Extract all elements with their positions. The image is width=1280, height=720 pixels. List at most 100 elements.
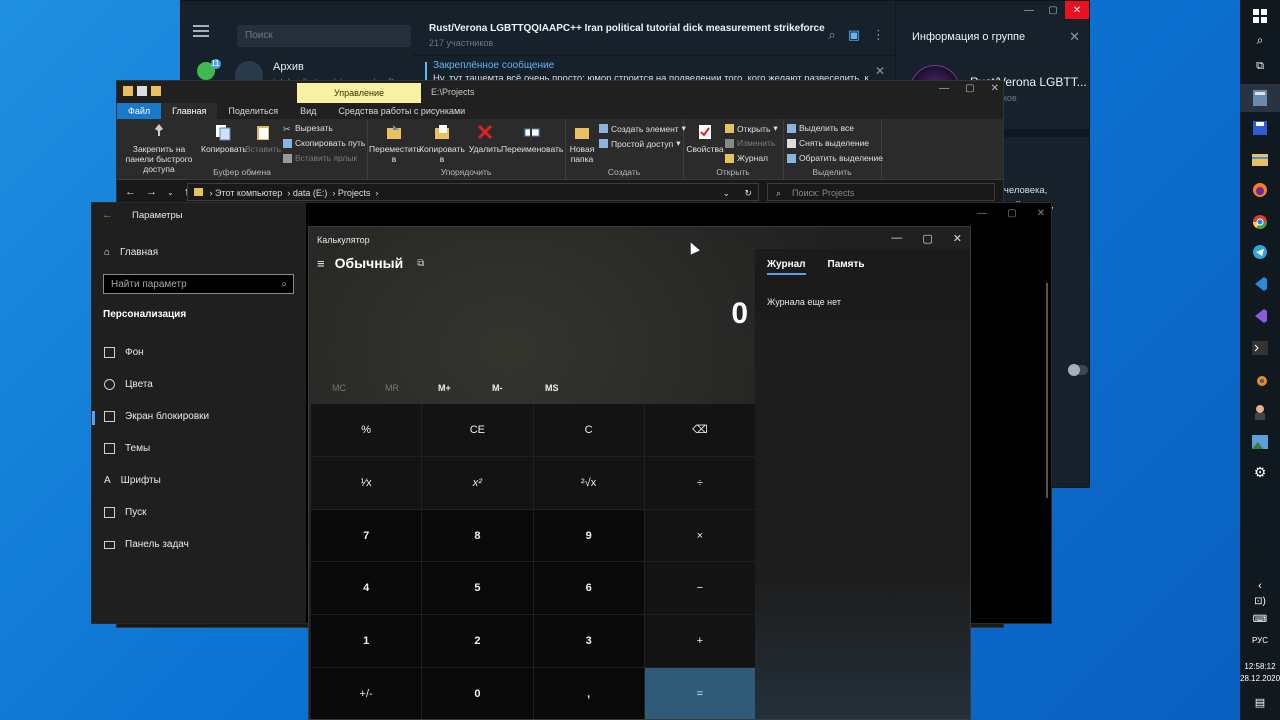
- copy-button[interactable]: Копировать: [201, 123, 247, 154]
- settings-search-input[interactable]: Найти параметр ⌕: [103, 274, 294, 294]
- tab-share[interactable]: Поделиться: [217, 103, 289, 119]
- sidebar-item-lock-screen[interactable]: Экран блокировки: [104, 411, 209, 422]
- digit-1-key[interactable]: 1: [311, 615, 422, 668]
- gear-icon[interactable]: ⚙: [1250, 462, 1270, 482]
- quick-access-toolbar[interactable]: [123, 86, 161, 96]
- minimize-icon[interactable]: —: [891, 232, 902, 245]
- clear-key[interactable]: C: [533, 404, 644, 456]
- chat-header[interactable]: Rust/Verona LGBTTQQIAAPC++ Iran politica…: [413, 1, 895, 53]
- decimal-key[interactable]: ,: [533, 668, 644, 719]
- breadcrumb-projects[interactable]: Projects: [338, 188, 371, 198]
- percent-key[interactable]: %: [311, 404, 422, 456]
- digit-9-key[interactable]: 9: [533, 509, 644, 562]
- tab-home[interactable]: Главная: [161, 103, 218, 119]
- address-input[interactable]: › Этот компьютер › data (E:) › Projects …: [187, 183, 759, 201]
- menu-icon[interactable]: ≡: [317, 256, 325, 271]
- visual-studio-icon[interactable]: [1250, 306, 1270, 326]
- network-icon[interactable]: ⊡): [1240, 596, 1280, 607]
- rename-button[interactable]: Переименовать: [501, 123, 563, 154]
- scrollbar[interactable]: [1046, 283, 1048, 498]
- minimize-icon[interactable]: —: [977, 208, 987, 219]
- new-item-button[interactable]: Создать элемент ▾: [599, 123, 686, 134]
- select-none-button[interactable]: Снять выделение: [787, 138, 869, 148]
- negate-key[interactable]: +/-: [311, 668, 422, 719]
- close-icon[interactable]: ✕: [991, 83, 999, 94]
- maximize-icon[interactable]: ▢: [1041, 1, 1065, 19]
- clock-time[interactable]: 12:58:12: [1240, 662, 1280, 671]
- memory-add-button[interactable]: M+: [438, 383, 451, 393]
- square-root-key[interactable]: ²√x: [533, 456, 644, 509]
- digit-5-key[interactable]: 5: [422, 562, 533, 615]
- avatar-app-icon[interactable]: [1250, 402, 1270, 422]
- explorer-titlebar[interactable]: Управление E:\Projects — ▢ ✕: [117, 81, 1003, 103]
- maximize-icon[interactable]: ▢: [922, 232, 932, 245]
- digit-4-key[interactable]: 4: [311, 562, 422, 615]
- chevron-down-icon[interactable]: ⌄: [167, 186, 174, 200]
- sidebar-item-themes[interactable]: Темы: [104, 443, 150, 454]
- explorer-app-icon[interactable]: [1250, 150, 1270, 170]
- select-all-button[interactable]: Выделить все: [787, 123, 854, 133]
- clock-date[interactable]: 28.12.2020: [1240, 674, 1280, 683]
- back-arrow-icon[interactable]: ←: [102, 209, 113, 221]
- memory-store-button[interactable]: MS: [545, 383, 559, 393]
- more-icon[interactable]: ⋮: [872, 27, 885, 43]
- tab-file[interactable]: Файл: [117, 103, 162, 119]
- copy-to-button[interactable]: Копировать в: [419, 123, 465, 164]
- maximize-icon[interactable]: ▢: [1007, 208, 1016, 219]
- keep-on-top-icon[interactable]: ⧉: [417, 258, 424, 269]
- breadcrumb-drive[interactable]: data (E:): [293, 188, 328, 198]
- sidebar-item-home[interactable]: ⌂ Главная: [104, 247, 158, 258]
- easy-access-button[interactable]: Простой доступ ▾: [599, 138, 681, 149]
- sidebar-item-taskbar[interactable]: Панель задач: [104, 539, 189, 550]
- copy-path-button[interactable]: Скопировать путь: [283, 138, 365, 148]
- sidebar-item-colors[interactable]: Цвета: [104, 379, 153, 390]
- tab-view[interactable]: Вид: [289, 103, 327, 119]
- memory-recall-button[interactable]: MR: [385, 383, 399, 393]
- chrome-icon[interactable]: [1250, 212, 1270, 232]
- square-key[interactable]: x²: [422, 456, 533, 509]
- vscode-icon[interactable]: [1250, 274, 1270, 294]
- sidebar-item-fonts[interactable]: A Шрифты: [104, 475, 161, 486]
- backspace-key[interactable]: ⌫: [644, 404, 755, 456]
- divide-key[interactable]: ÷: [644, 456, 755, 509]
- close-icon[interactable]: ✕: [1065, 1, 1089, 19]
- close-icon[interactable]: ✕: [875, 64, 885, 78]
- firefox-icon[interactable]: [1250, 180, 1270, 200]
- archive-title[interactable]: Архив: [273, 61, 304, 73]
- new-folder-button[interactable]: Новая папка: [567, 123, 597, 164]
- tab-memory[interactable]: Память: [828, 259, 865, 275]
- notifications-icon[interactable]: ▤: [1240, 696, 1280, 709]
- task-view-icon[interactable]: ⧉: [1250, 56, 1270, 76]
- save-icon[interactable]: [1250, 118, 1270, 138]
- close-icon[interactable]: ✕: [953, 232, 962, 245]
- search-icon[interactable]: ⌕: [828, 27, 835, 43]
- breadcrumb-this-pc[interactable]: Этот компьютер: [215, 188, 282, 198]
- minimize-icon[interactable]: —: [1017, 1, 1041, 19]
- move-to-button[interactable]: Переместить в: [369, 123, 421, 164]
- digit-0-key[interactable]: 0: [422, 668, 533, 719]
- sidebar-item-start[interactable]: Пуск: [104, 507, 146, 518]
- forward-arrow-icon[interactable]: →: [146, 186, 157, 200]
- delete-button[interactable]: Удалить: [467, 123, 503, 154]
- tab-picture-tools[interactable]: Средства работы с рисунками: [327, 103, 476, 119]
- refresh-icon[interactable]: ↻: [744, 184, 752, 202]
- new-folder-icon[interactable]: [151, 86, 161, 96]
- properties-icon[interactable]: [137, 86, 147, 96]
- telegram-app-icon[interactable]: [1250, 242, 1270, 262]
- blender-icon[interactable]: [1250, 370, 1270, 390]
- cut-button[interactable]: ✂ Вырезать: [283, 123, 333, 134]
- properties-button[interactable]: Свойства: [685, 123, 725, 154]
- terminal-icon[interactable]: [1250, 338, 1270, 358]
- reciprocal-key[interactable]: ¹⁄x: [311, 456, 422, 509]
- memory-clear-button[interactable]: MC: [332, 383, 346, 393]
- edit-button[interactable]: Изменить: [725, 138, 775, 148]
- digit-2-key[interactable]: 2: [422, 615, 533, 668]
- start-icon[interactable]: [1250, 6, 1270, 26]
- digit-6-key[interactable]: 6: [533, 562, 644, 615]
- multiply-key[interactable]: ×: [644, 509, 755, 562]
- digit-3-key[interactable]: 3: [533, 615, 644, 668]
- sidebar-toggle-icon[interactable]: ▣: [848, 27, 860, 43]
- clear-entry-key[interactable]: CE: [422, 404, 533, 456]
- close-icon[interactable]: ✕: [1037, 208, 1045, 219]
- notifications-toggle[interactable]: [1068, 364, 1088, 376]
